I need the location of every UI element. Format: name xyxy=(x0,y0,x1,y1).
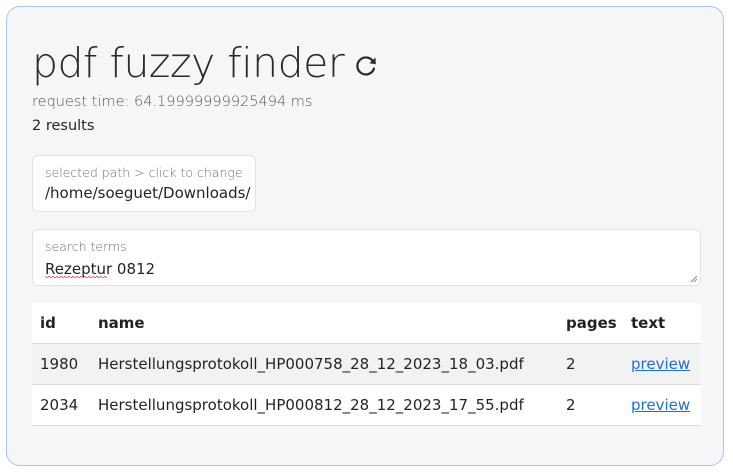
search-input[interactable] xyxy=(45,258,685,280)
search-field-label: search terms xyxy=(45,239,127,254)
table-header-row: id name pages text xyxy=(32,303,701,344)
main-card: pdf fuzzy finder request time: 64.199999… xyxy=(6,6,724,466)
column-header-id: id xyxy=(32,303,90,344)
path-selector-value: /home/soeguet/Downloads/ xyxy=(45,184,251,202)
preview-link[interactable]: preview xyxy=(631,396,690,414)
spellcheck-underline xyxy=(45,276,107,279)
cell-text: preview xyxy=(623,384,701,426)
table-row: 2034 Herstellungsprotokoll_HP000812_28_1… xyxy=(32,384,701,426)
results-table: id name pages text 1980 Herstellungsprot… xyxy=(32,303,701,426)
preview-link[interactable]: preview xyxy=(631,355,690,373)
cell-name: Herstellungsprotokoll_HP000812_28_12_202… xyxy=(90,384,558,426)
refresh-icon[interactable] xyxy=(353,53,379,79)
results-count-text: 2 results xyxy=(32,118,95,134)
title-row: pdf fuzzy finder xyxy=(32,35,379,91)
cell-name: Herstellungsprotokoll_HP000758_28_12_202… xyxy=(90,343,558,385)
column-header-name: name xyxy=(90,303,558,344)
cell-pages: 2 xyxy=(558,384,623,426)
cell-id: 1980 xyxy=(32,343,90,385)
table-row: 1980 Herstellungsprotokoll_HP000758_28_1… xyxy=(32,343,701,385)
cell-id: 2034 xyxy=(32,384,90,426)
path-selector-label: selected path > click to change xyxy=(45,165,243,180)
cell-pages: 2 xyxy=(558,343,623,385)
resize-grip-icon[interactable] xyxy=(690,275,698,283)
request-time-text: request time: 64.19999999925494 ms xyxy=(32,94,313,110)
page-title: pdf fuzzy finder xyxy=(32,38,345,87)
column-header-pages: pages xyxy=(558,303,623,344)
path-selector[interactable]: selected path > click to change /home/so… xyxy=(32,155,256,212)
search-field: search terms xyxy=(32,229,701,286)
cell-text: preview xyxy=(623,343,701,385)
column-header-text: text xyxy=(623,303,701,344)
